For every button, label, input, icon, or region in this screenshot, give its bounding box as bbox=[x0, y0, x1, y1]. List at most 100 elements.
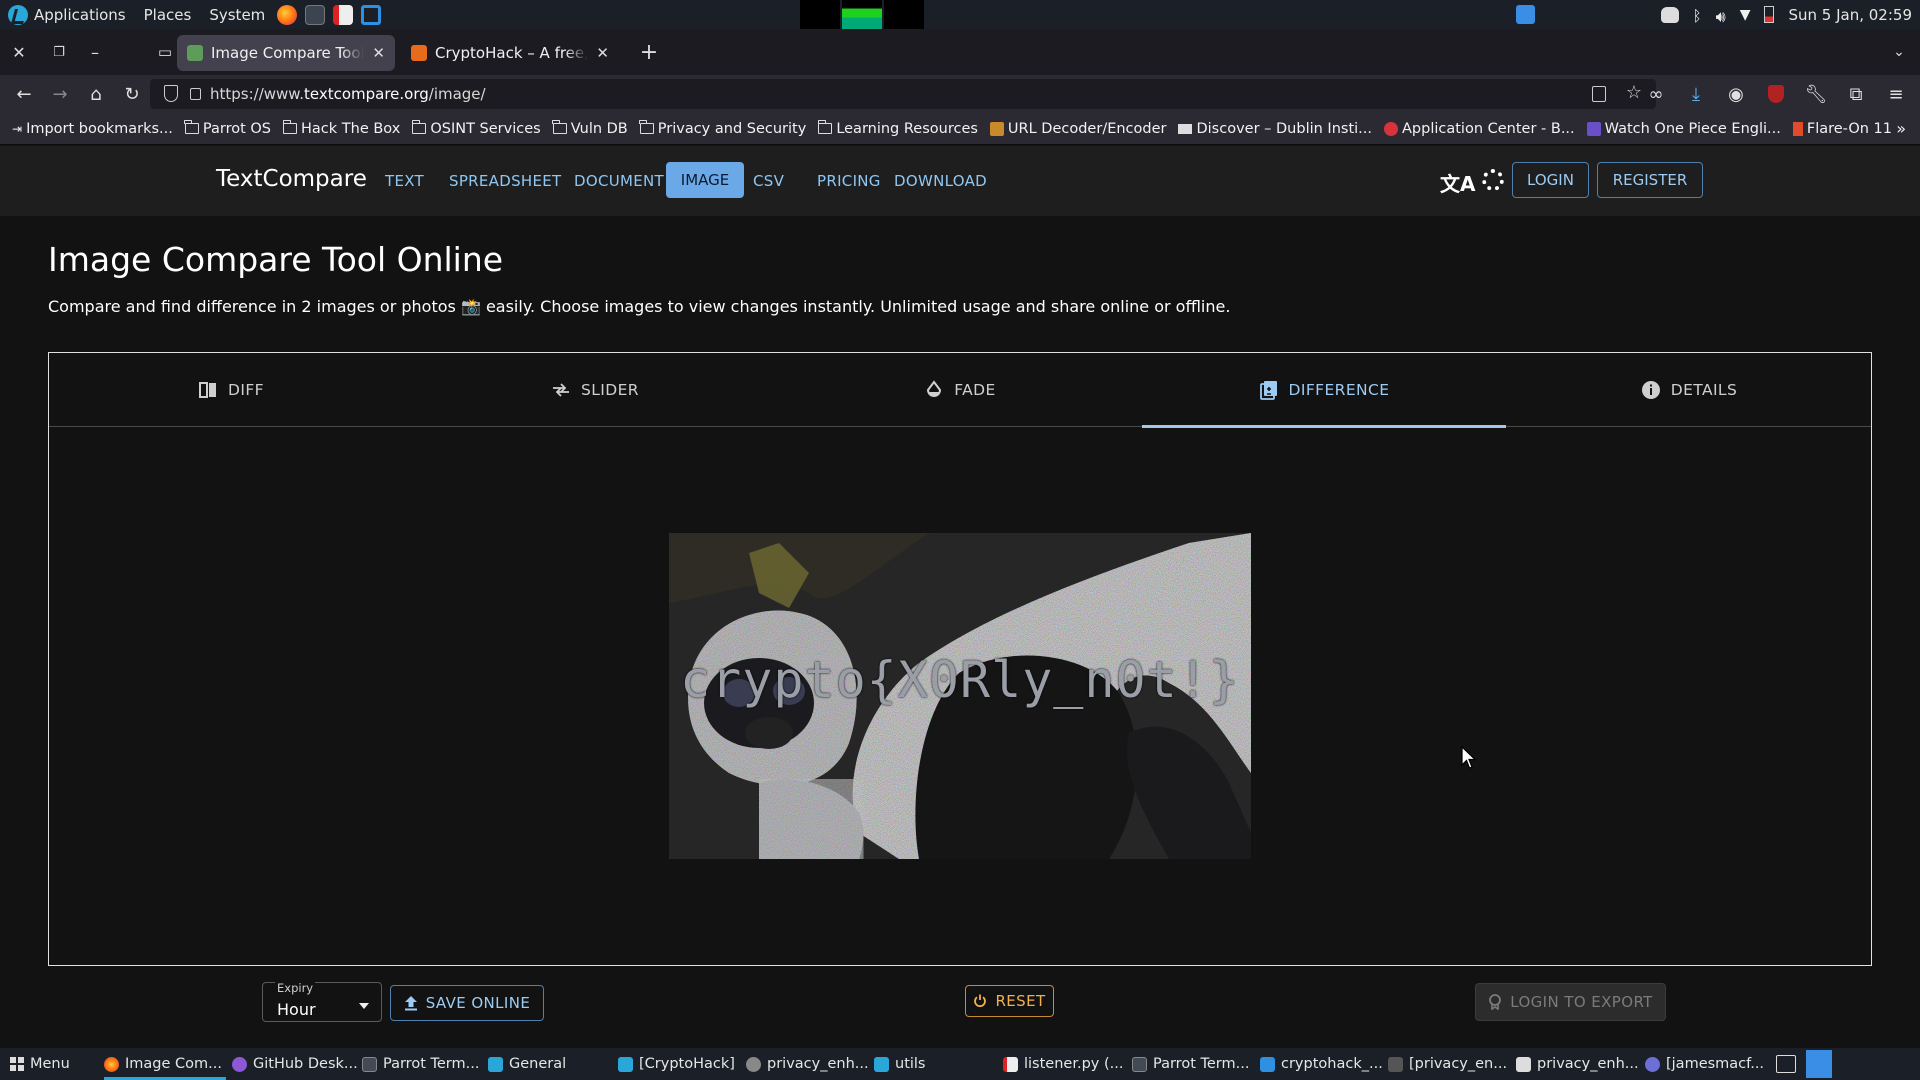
folder-icon bbox=[639, 120, 654, 134]
applications-menu[interactable]: Applications bbox=[8, 4, 126, 25]
account-icon[interactable]: ◉ bbox=[1718, 76, 1754, 112]
expiry-select[interactable]: Expiry Hour bbox=[262, 981, 382, 1022]
bookmark-flare-on[interactable]: Flare-On 11 bbox=[1792, 121, 1892, 137]
nav-download[interactable]: DOWNLOAD bbox=[894, 172, 987, 190]
taskbar-item-jamesmacf[interactable]: [jamesmacf... bbox=[1645, 1048, 1764, 1080]
save-online-button[interactable]: SAVE ONLINE bbox=[390, 985, 544, 1021]
site-brand[interactable]: TextCompare bbox=[216, 166, 367, 192]
hamburger-menu-icon[interactable]: ≡ bbox=[1878, 76, 1914, 112]
extensions-icon[interactable]: ⧉ bbox=[1838, 76, 1874, 112]
firefox-launcher-icon[interactable] bbox=[277, 4, 298, 25]
bookmark-import[interactable]: ⇥ Import bookmarks... bbox=[12, 121, 173, 137]
mouse-cursor-icon bbox=[1461, 746, 1477, 769]
bookmark-folder-privacy[interactable]: Privacy and Security bbox=[639, 120, 806, 137]
taskbar-item-privacy-enh-3[interactable]: privacy_enh... bbox=[1516, 1048, 1639, 1080]
tab-diff[interactable]: DIFF bbox=[49, 353, 413, 427]
lock-icon[interactable] bbox=[190, 88, 201, 100]
url-bar[interactable]: https://www. textcompare.org/image/ ☆ bbox=[150, 79, 1656, 109]
taskbar-item-listener[interactable]: listener.py (... bbox=[1003, 1048, 1123, 1080]
reload-icon[interactable]: ↻ bbox=[114, 76, 150, 112]
bookmark-url-decoder[interactable]: URL Decoder/Encoder bbox=[989, 121, 1166, 137]
os-taskbar: Menu Image Com... GitHub Desk... Parrot … bbox=[0, 1048, 1920, 1080]
taskbar-item-parrot-terminal[interactable]: Parrot Term... bbox=[362, 1048, 479, 1080]
bookmark-folder-osint[interactable]: OSINT Services bbox=[411, 120, 541, 137]
bookmark-folder-hack-the-box[interactable]: Hack The Box bbox=[282, 120, 400, 137]
tab-difference[interactable]: DIFFERENCE bbox=[1142, 353, 1506, 428]
new-tab-icon[interactable]: + bbox=[636, 39, 662, 65]
ublock-icon[interactable] bbox=[1758, 76, 1794, 112]
taskbar-item-parrot-terminal-2[interactable]: Parrot Term... bbox=[1132, 1048, 1249, 1080]
nav-csv[interactable]: CSV bbox=[753, 172, 784, 190]
nav-spreadsheet[interactable]: SPREADSHEET bbox=[449, 172, 562, 190]
bookmark-application-center[interactable]: Application Center - B... bbox=[1384, 121, 1575, 137]
discord-icon bbox=[1645, 1056, 1660, 1072]
places-menu[interactable]: Places bbox=[144, 6, 192, 24]
taskbar-item-privacy-enh-1[interactable]: privacy_enh... bbox=[746, 1048, 869, 1080]
minimize-window-icon[interactable]: – bbox=[82, 39, 108, 65]
bookmark-folder-parrot-os[interactable]: Parrot OS bbox=[184, 120, 271, 137]
difference-image-flag-text: crypto{X0Rly_n0t!} bbox=[680, 651, 1240, 709]
reader-view-icon[interactable] bbox=[1592, 86, 1606, 102]
nav-image[interactable]: IMAGE bbox=[666, 162, 744, 198]
bookmarks-toolbar: ⇥ Import bookmarks... Parrot OS Hack The … bbox=[0, 113, 1920, 145]
system-menu[interactable]: System bbox=[209, 6, 265, 24]
taskbar-item-github-desktop[interactable]: GitHub Desk... bbox=[232, 1048, 358, 1080]
tab-image-compare[interactable]: Image Compare Tool Onli ✕ bbox=[177, 35, 395, 71]
taskbar-item-general[interactable]: General bbox=[488, 1048, 566, 1080]
tracking-protection-icon[interactable] bbox=[164, 85, 178, 102]
volume-icon[interactable]: 🔊︎ bbox=[1716, 7, 1726, 26]
close-window-icon[interactable]: ✕ bbox=[6, 39, 32, 65]
tab-overview-icon[interactable]: ▭ bbox=[152, 39, 178, 65]
tab-slider[interactable]: SLIDER bbox=[413, 353, 777, 427]
workspace-switcher[interactable] bbox=[1806, 1050, 1832, 1078]
terminal-launcher-icon[interactable] bbox=[305, 4, 326, 25]
forward-icon[interactable]: → bbox=[42, 76, 78, 112]
wrench-icon[interactable]: 🔧︎ bbox=[1798, 76, 1834, 112]
tab-fade[interactable]: FADE bbox=[778, 353, 1142, 427]
clock[interactable]: Sun 5 Jan, 02:59 bbox=[1788, 6, 1912, 24]
cloud-sync-icon[interactable] bbox=[1516, 5, 1535, 24]
battery-icon[interactable] bbox=[1764, 6, 1775, 23]
theme-toggle-icon[interactable] bbox=[1482, 169, 1504, 191]
tab-details[interactable]: DETAILS bbox=[1507, 353, 1871, 427]
keyboard-layout-icon[interactable] bbox=[1776, 1055, 1796, 1073]
nav-pricing[interactable]: PRICING bbox=[817, 172, 881, 190]
close-tab-icon[interactable]: ✕ bbox=[596, 44, 609, 62]
compare-arrows-icon bbox=[553, 383, 570, 397]
bookmark-folder-vuln-db[interactable]: Vuln DB bbox=[552, 120, 628, 137]
login-to-export-button[interactable]: LOGIN TO EXPORT bbox=[1475, 983, 1666, 1021]
login-button[interactable]: LOGIN bbox=[1512, 162, 1589, 198]
window-icon bbox=[1516, 1056, 1531, 1072]
close-tab-icon[interactable]: ✕ bbox=[372, 44, 385, 62]
taskbar-menu-button[interactable]: Menu bbox=[10, 1048, 70, 1080]
taskbar-item-cryptohack-code[interactable]: cryptohack_... bbox=[1260, 1048, 1383, 1080]
text-editor-launcher-icon[interactable] bbox=[333, 4, 354, 25]
wifi-icon[interactable]: ▼ bbox=[1740, 7, 1751, 23]
taskbar-item-cryptohack[interactable]: [CryptoHack] bbox=[618, 1048, 735, 1080]
extension-glasses-icon[interactable]: ∞ bbox=[1638, 76, 1674, 112]
downloads-icon[interactable]: ⤓ bbox=[1678, 76, 1714, 112]
bookmark-dublin[interactable]: Discover – Dublin Insti... bbox=[1178, 121, 1372, 137]
nav-document[interactable]: DOCUMENT bbox=[574, 172, 664, 190]
bookmark-one-piece[interactable]: Watch One Piece Engli... bbox=[1586, 121, 1781, 137]
list-all-tabs-icon[interactable]: ⌄ bbox=[1886, 39, 1912, 65]
tab-cryptohack[interactable]: CryptoHack – A free, fun p ✕ bbox=[401, 35, 619, 71]
difference-icon bbox=[1259, 381, 1277, 400]
bookmark-folder-learning[interactable]: Learning Resources bbox=[817, 120, 978, 137]
register-button[interactable]: REGISTER bbox=[1597, 162, 1703, 198]
maximize-window-icon[interactable]: ❐ bbox=[46, 39, 72, 65]
bluetooth-icon[interactable]: ᛒ bbox=[1693, 7, 1702, 25]
home-icon[interactable]: ⌂ bbox=[78, 76, 114, 112]
taskbar-item-privacy-en-2[interactable]: [privacy_en... bbox=[1388, 1048, 1507, 1080]
back-icon[interactable]: ← bbox=[6, 76, 42, 112]
dit-favicon-icon bbox=[1178, 123, 1193, 134]
more-bookmarks-icon[interactable]: » bbox=[1896, 119, 1906, 138]
folder-icon bbox=[618, 1056, 633, 1072]
discord-tray-icon[interactable] bbox=[1660, 6, 1679, 23]
vscode-launcher-icon[interactable] bbox=[361, 4, 382, 25]
taskbar-item-utils[interactable]: utils bbox=[874, 1048, 926, 1080]
translate-icon[interactable]: 文A bbox=[1440, 168, 1475, 197]
taskbar-item-image-compare[interactable]: Image Com... bbox=[104, 1048, 226, 1080]
reset-button[interactable]: RESET bbox=[965, 985, 1054, 1017]
nav-text[interactable]: TEXT bbox=[385, 172, 424, 190]
